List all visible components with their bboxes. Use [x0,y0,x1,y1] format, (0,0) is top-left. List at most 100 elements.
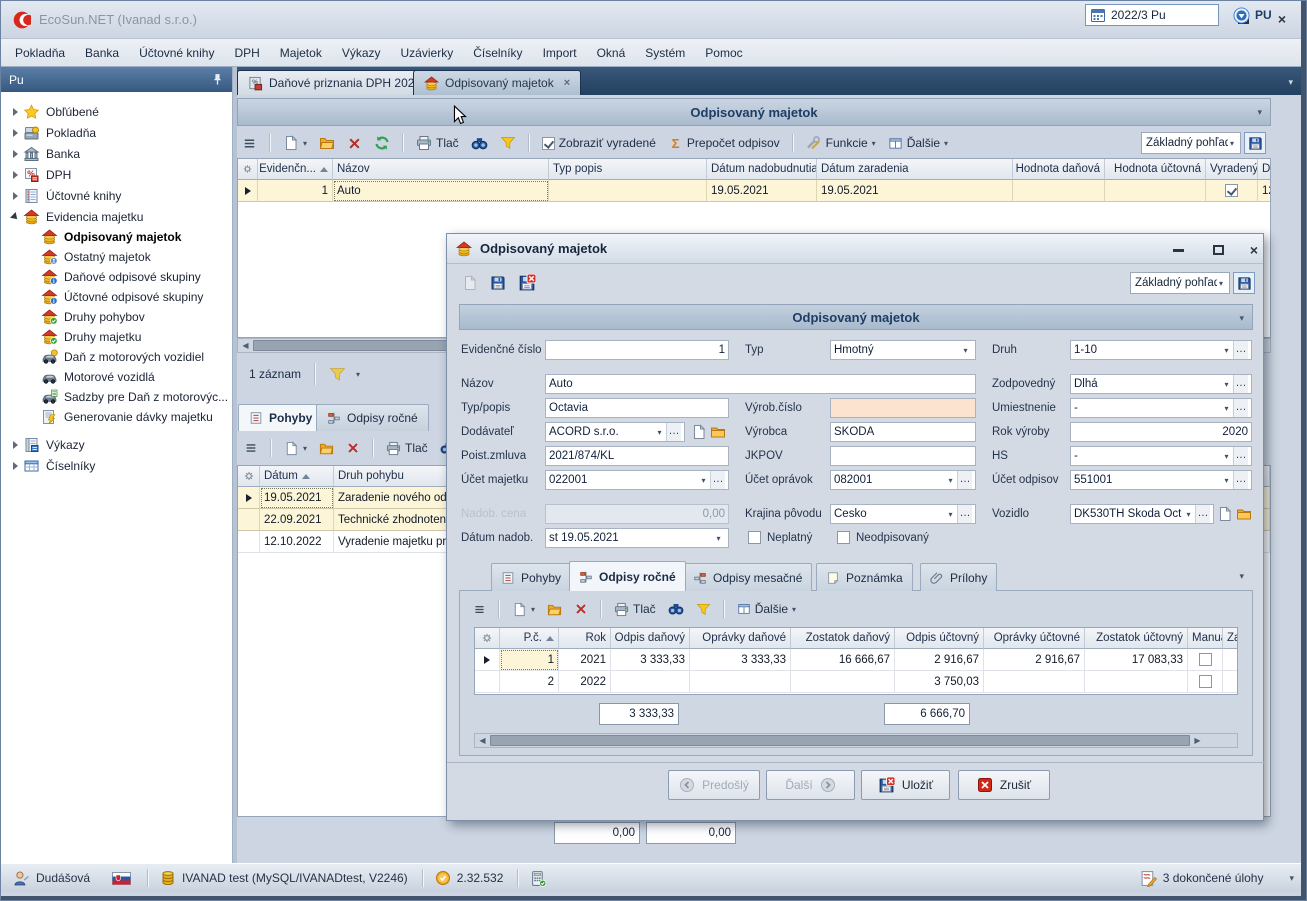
sidebar-item-odpisovany-majetok[interactable]: Odpisovaný majetok [1,227,232,247]
ellipsis-button[interactable] [1233,399,1248,417]
ellipsis-button[interactable] [1233,375,1248,393]
neplatny-checkbox[interactable] [748,531,761,544]
column-header-evidencne_cislo[interactable]: Evidenčn... [258,159,333,180]
nazov-field[interactable]: Auto [545,374,976,394]
dropdown-icon[interactable] [1220,380,1233,389]
tab-pohyby[interactable]: Pohyby [491,563,571,591]
vyrob-cislo-field[interactable] [830,398,976,418]
column-header-pc[interactable]: P.č. [500,628,559,649]
ellipsis-button[interactable] [957,505,972,523]
poist-zmluva-field[interactable]: 2021/874/KL [545,446,729,466]
view-selector[interactable]: Základný pohľad [1141,132,1241,154]
column-header-opravky_danove[interactable]: Oprávky daňové [690,628,791,649]
jkpov-field[interactable] [830,446,976,466]
rok-vyroby-field[interactable]: 2020 [1070,422,1252,442]
ucet-opravok-field[interactable]: 082001 [830,470,976,490]
tab-odpisy-mesacne[interactable]: Odpisy mesačné [683,563,812,591]
search-button[interactable] [468,133,491,154]
hs-field[interactable]: - [1070,446,1252,466]
sidebar-item-uctovne-knihy[interactable]: Účtovné knihy [1,185,232,206]
menu-ciselniky[interactable]: Číselníky [463,42,532,64]
accounting-period-field[interactable]: 2022/3 Pu [1085,4,1219,26]
sidebar-item-uctovne-odpisove-skupiny[interactable]: iÚčtovné odpisové skupiny [1,287,232,307]
sidebar-item-banka[interactable]: Banka [1,143,232,164]
dropdown-icon[interactable] [1220,476,1233,485]
expand-icon[interactable] [7,462,23,470]
ellipsis-button[interactable] [1233,341,1248,359]
save-close-button[interactable] [515,272,539,294]
sidebar-header[interactable]: Pu [1,67,232,92]
tab-overflow-icon[interactable] [1239,571,1244,582]
refresh-button[interactable] [371,133,393,153]
ellipsis-button[interactable] [1233,471,1248,489]
expand-icon[interactable] [7,108,23,116]
dialog-hscrollbar[interactable]: ◀ ▶ [474,733,1238,748]
expand-icon[interactable] [7,192,23,200]
sidebar-item-motorove-vozidla[interactable]: Motorové vozidlá [1,367,232,387]
datum-nadob-field[interactable]: st 19.05.2021 [545,528,729,548]
manualne-checkbox[interactable] [1199,653,1212,666]
tab-overflow-icon[interactable] [1288,77,1293,88]
ucet-majetku-field[interactable]: 022001 [545,470,729,490]
vozidlo-field[interactable]: DK530TH Škoda Octavia ... [1070,504,1214,524]
column-header-hodnota_uctovna[interactable]: Hodnota účtovná [1105,159,1206,180]
more-menu-button[interactable]: Ďalšie [885,134,951,153]
column-header-datum[interactable]: Dátum [260,466,334,487]
expand-icon[interactable] [7,129,23,137]
dodavatel-field[interactable]: ACORD s.r.o. [545,422,685,442]
sidebar-item-vykazy[interactable]: Výkazy [1,434,232,455]
tab-poznamka[interactable]: Poznámka [816,563,913,591]
save-view-button[interactable] [1233,272,1255,294]
column-header-datum_zaradenia[interactable]: Dátum zaradenia [817,159,1013,180]
dropdown-icon[interactable] [1220,452,1233,461]
expand-icon[interactable] [7,171,23,179]
dropdown-icon[interactable] [1220,346,1233,355]
sidebar-item-druhy-majetku[interactable]: Druhy majetku [1,327,232,347]
column-header-manualne[interactable]: Manuálne z... [1188,628,1223,649]
menu-uctovne-knihy[interactable]: Účtovné knihy [129,42,224,64]
open-record-button[interactable] [544,600,565,619]
column-header-opravky_uctovne[interactable]: Oprávky účtovné [984,628,1085,649]
dialog-view-selector[interactable]: Základný pohľad [1130,272,1230,294]
expand-icon[interactable] [7,150,23,158]
tasks-dropdown-icon[interactable] [1289,873,1294,884]
column-header-gear[interactable] [238,466,260,487]
next-button[interactable]: Ďalší [766,770,855,800]
tab-prilohy[interactable]: Prílohy [920,563,997,591]
delete-record-button[interactable] [344,134,365,153]
menu-button[interactable] [241,439,261,457]
scroll-right-icon[interactable]: ▶ [1190,734,1205,747]
print-button[interactable]: Tlač [413,133,462,153]
evidencne-cislo-field[interactable]: 1 [545,340,729,360]
save-record-button[interactable] [487,273,509,293]
column-header-zostatok_uctovny[interactable]: Zostatok účtovný [1085,628,1188,649]
pin-icon[interactable] [211,73,224,86]
scroll-left-icon[interactable]: ◀ [475,734,490,747]
sidebar-item-pokladna[interactable]: Pokladňa [1,122,232,143]
column-header-odpis_danovy[interactable]: Odpis daňový [611,628,690,649]
menu-banka[interactable]: Banka [75,42,129,64]
dialog-close-button[interactable]: × [1239,240,1269,260]
sidebar-item-evidencia-majetku[interactable]: Evidencia majetku [1,206,232,227]
ellipsis-button[interactable] [1233,447,1248,465]
search-button[interactable] [665,599,687,619]
menu-majetok[interactable]: Majetok [270,42,332,64]
ucet-odpisov-field[interactable]: 551001 [1070,470,1252,490]
dialog-maximize-button[interactable] [1203,240,1233,260]
folder-icon[interactable] [710,424,726,440]
menu-dph[interactable]: DPH [224,42,269,64]
print-button[interactable]: Tlač [383,439,431,458]
tab-pohyby[interactable]: Pohyby [238,404,323,431]
column-header-rok[interactable]: Rok [559,628,611,649]
dropdown-icon[interactable] [1182,510,1195,519]
umiestnenie-field[interactable]: - [1070,398,1252,418]
document-icon[interactable] [691,424,707,440]
zodpovedny-field[interactable]: Dlhá [1070,374,1252,394]
dialog-header-dropdown-icon[interactable] [1239,313,1244,324]
filter-button[interactable] [497,133,519,153]
dropdown-icon[interactable] [944,476,957,485]
typ-field[interactable]: Hmotný [830,340,976,360]
functions-menu-button[interactable]: Funkcie [803,133,879,153]
tab-danove-priznania-dph-2022[interactable]: %Daňové priznania DPH 2022 [237,70,432,95]
sidebar-item-druhy-pohybov[interactable]: Druhy pohybov [1,307,232,327]
